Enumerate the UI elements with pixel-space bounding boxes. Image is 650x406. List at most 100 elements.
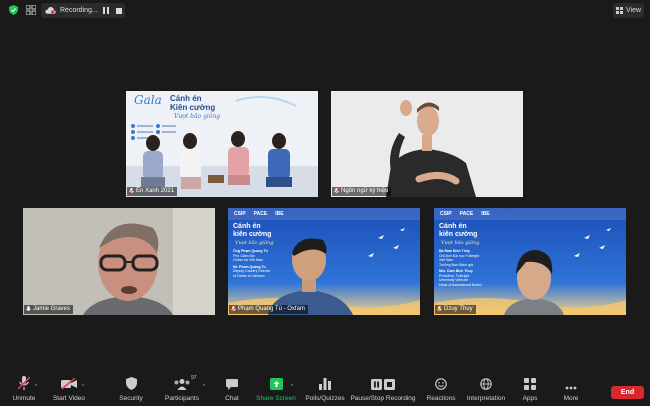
start-video-label: Start Video: [52, 395, 86, 402]
name-label-bar: Phạm Quang Tú - Oxfam: [229, 305, 308, 314]
apps-button[interactable]: Apps: [518, 372, 542, 406]
polls-label: Polls/Quizzes: [305, 395, 345, 402]
apps-icon: [524, 378, 536, 390]
top-bar: Recording... View: [0, 0, 650, 22]
name-label-bar: Ngôn ngữ ký hiệu: [332, 187, 392, 196]
shield-icon: [125, 377, 137, 390]
reactions-label: Reactions: [426, 395, 456, 402]
gala-subtitle: Vượt bão giông: [174, 113, 221, 120]
gala-script-title: Gala: [134, 93, 162, 107]
security-label: Security: [119, 395, 143, 402]
participants-icon: [174, 379, 190, 390]
pause-stop-recording-button[interactable]: Pause/Stop Recording: [350, 372, 416, 406]
slide-subtitle: Vượt bão giông: [441, 240, 480, 246]
interpretation-label: Interpretation: [466, 395, 506, 402]
logo-csip: CSIP: [234, 211, 246, 217]
share-screen-button[interactable]: Share Screen: [256, 372, 296, 406]
unmute-label: Unmute: [12, 395, 36, 402]
name-label-bar: Én Xanh 2021: [127, 187, 178, 196]
gala-title-line2: Kiên cường: [170, 103, 216, 112]
end-meeting-button[interactable]: End: [611, 386, 644, 399]
share-options-chevron-icon[interactable]: ^: [291, 384, 293, 390]
video-tile-jamie-graves[interactable]: Jamie Graves: [23, 208, 215, 315]
view-label: View: [625, 7, 642, 14]
video-tile-sign-language[interactable]: Ngôn ngữ ký hiệu: [331, 91, 523, 197]
polls-quizzes-button[interactable]: Polls/Quizzes: [304, 372, 346, 406]
slide-logos: CSIP PACE IBE: [234, 211, 284, 217]
reactions-button[interactable]: Reactions: [425, 372, 457, 406]
speaker-role-en-1: Deputy Country Director: [233, 269, 271, 273]
end-label: End: [620, 389, 635, 396]
slide-title-line1: Cánh én: [439, 223, 467, 230]
logo-pace: PACE: [459, 211, 474, 217]
speaker-role-vi-2: Oxfam tại Việt Nam: [233, 258, 264, 262]
participants-label: Participants: [165, 395, 199, 402]
jamie-graves-video: [23, 208, 215, 315]
cloud-recording-icon: [45, 7, 56, 14]
participant-name: Én Xanh 2021: [136, 188, 175, 194]
participants-button[interactable]: 97 Participants: [162, 372, 202, 406]
participant-name: Ngôn ngữ ký hiệu: [341, 188, 389, 194]
pause-stop-recording-icon: [371, 379, 395, 390]
more-button[interactable]: More: [560, 372, 582, 406]
reactions-icon: [435, 378, 447, 390]
mic-muted-icon: [231, 306, 236, 313]
name-label-bar: Dzuy Thuy: [435, 305, 476, 314]
mic-muted-icon: [437, 306, 442, 313]
participant-name: Jamie Graves: [33, 306, 71, 312]
slide-title-line2: kiên cường: [439, 231, 478, 238]
mic-icon: [26, 306, 31, 311]
meeting-info-icon[interactable]: [26, 5, 36, 15]
recording-label: Recording...: [60, 7, 98, 14]
logo-pace: PACE: [253, 211, 268, 217]
slide-logos: CSIP PACE IBE: [440, 211, 490, 217]
slide-title-line2: kiên cường: [233, 231, 272, 238]
participant-name: Dzuy Thuy: [444, 306, 473, 312]
polls-icon: [319, 378, 331, 390]
sign-language-video: [331, 91, 523, 197]
gallery-view-icon: [615, 7, 623, 14]
participants-count: 97: [191, 375, 197, 381]
speaker-role-en-3: Head of Assessment Board: [439, 282, 482, 287]
view-button[interactable]: View: [613, 3, 644, 18]
speaker-text-block: Bà Đàm Bích Thủy Chủ tịch Đại học Fulbri…: [439, 249, 481, 287]
speaker-role-en-2: of Oxfam in Vietnam: [233, 273, 265, 278]
video-tile-pham-quang-tu[interactable]: CSIP PACE IBE Cánh én kiên cường Vượt bã…: [228, 208, 420, 315]
share-screen-label: Share Screen: [256, 395, 296, 402]
interpretation-button[interactable]: Interpretation: [464, 372, 508, 406]
video-tile-dzuy-thuy[interactable]: CSIP PACE IBE Cánh én kiên cường Vượt bã…: [434, 208, 626, 315]
chat-label: Chat: [225, 395, 239, 402]
apps-label: Apps: [522, 395, 538, 402]
mic-muted-icon: [334, 188, 339, 195]
more-icon: [565, 386, 577, 390]
meeting-toolbar: Unmute ^ Start Video ^ Security 97 Parti…: [0, 372, 650, 406]
gala-title-line1: Cánh én: [170, 94, 202, 103]
audio-options-chevron-icon[interactable]: ^: [35, 384, 37, 390]
logo-ibe: IBE: [275, 211, 284, 217]
name-label-bar: Jamie Graves: [24, 305, 74, 314]
video-off-icon: [61, 378, 77, 390]
stop-recording-button[interactable]: [114, 6, 124, 16]
logo-ibe: IBE: [481, 211, 490, 217]
slide-title-line1: Cánh én: [233, 223, 261, 230]
participants-chevron-icon[interactable]: ^: [203, 384, 205, 390]
pause-icon: [102, 7, 109, 14]
globe-icon: [480, 378, 492, 390]
security-button[interactable]: Security: [116, 372, 146, 406]
share-screen-icon: [269, 378, 283, 390]
more-label: More: [563, 395, 579, 402]
slide-subtitle: Vượt bão giông: [235, 240, 274, 246]
security-shield-icon[interactable]: [9, 5, 18, 15]
video-tile-en-xanh[interactable]: Gala Cánh én Kiên cường Vượt bão giông É…: [126, 91, 318, 197]
speaker-name-vi: Ông Phạm Quang Tú: [233, 249, 268, 253]
chat-icon: [226, 379, 238, 390]
recording-indicator: Recording...: [41, 3, 125, 18]
video-options-chevron-icon[interactable]: ^: [82, 384, 84, 390]
recording-label: Pause/Stop Recording: [350, 395, 416, 402]
mic-muted-icon: [129, 188, 134, 195]
chat-button[interactable]: Chat: [221, 372, 243, 406]
pause-recording-button[interactable]: [101, 6, 111, 16]
logo-csip: CSIP: [440, 211, 452, 217]
speaker-role-vi-3: Trưởng Ban Đánh giá: [439, 262, 473, 267]
mic-muted-icon: [18, 376, 30, 390]
